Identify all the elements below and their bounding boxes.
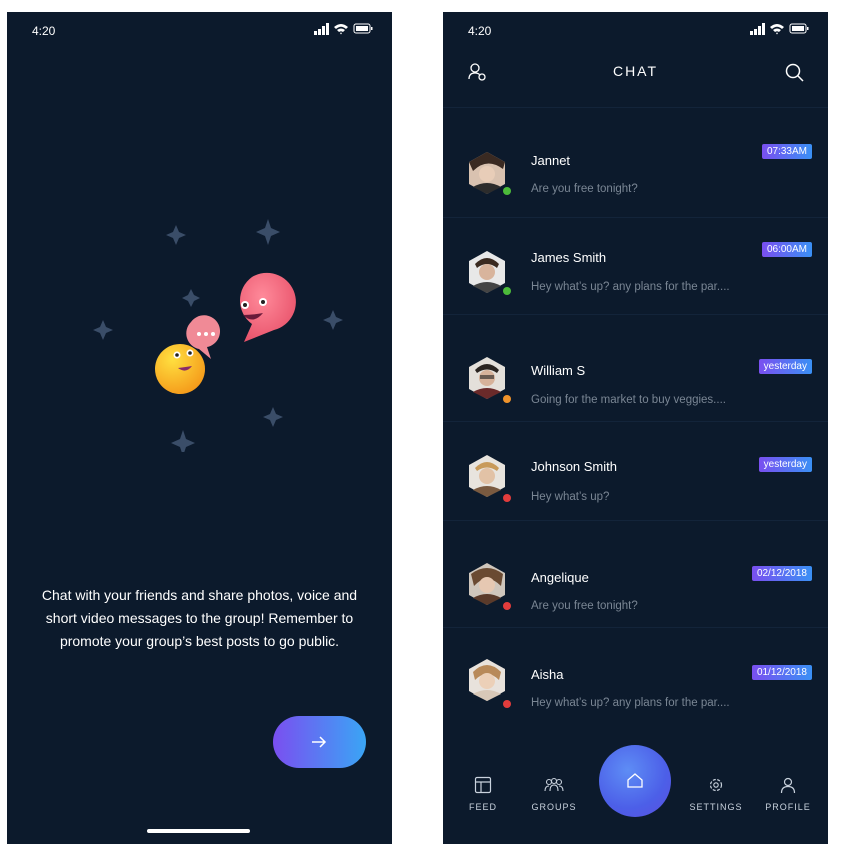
time-badge: 06:00AM xyxy=(761,242,812,257)
time-badge: 02/12/2018 xyxy=(751,566,812,581)
page-title: CHAT xyxy=(612,63,659,79)
online-status-dot xyxy=(503,287,511,295)
conversation-row[interactable]: Aisha Hey what’s up? any plans for the p… xyxy=(443,627,828,719)
arrow-right-icon xyxy=(312,736,327,748)
contact-name: Jannet xyxy=(531,153,571,168)
search-icon[interactable] xyxy=(784,62,806,84)
contact-name: Johnson Smith xyxy=(531,459,617,474)
conversation-row[interactable]: Jannet Are you free tonight? 07:33AM xyxy=(443,119,828,218)
time-badge: 01/12/2018 xyxy=(751,665,812,680)
bottom-navigation: FEED GROUPS SETTINGS PROFILE xyxy=(443,722,828,844)
next-button[interactable] xyxy=(273,716,366,768)
nav-profile[interactable]: PROFILE xyxy=(748,776,828,812)
conversation-row[interactable]: William S Going for the market to buy ve… xyxy=(443,314,828,422)
message-preview: Hey what’s up? any plans for the par.... xyxy=(531,281,730,293)
contact-name: William S xyxy=(531,363,586,378)
offline-status-dot xyxy=(503,494,511,502)
avatar xyxy=(469,563,505,605)
status-time: 4:20 xyxy=(32,24,56,38)
offline-status-dot xyxy=(503,602,511,610)
avatar xyxy=(469,357,505,399)
message-preview: Hey what’s up? any plans for the par.... xyxy=(531,697,730,709)
nav-label: GROUPS xyxy=(531,802,577,812)
groups-icon xyxy=(544,777,564,792)
avatar xyxy=(469,455,505,497)
home-indicator xyxy=(147,829,250,833)
feed-icon xyxy=(474,776,492,794)
nav-feed[interactable]: FEED xyxy=(443,776,523,812)
home-icon xyxy=(627,773,643,788)
time-badge: yesterday xyxy=(758,359,812,374)
offline-status-dot xyxy=(503,700,511,708)
message-preview: Are you free tonight? xyxy=(531,183,638,195)
nav-label: PROFILE xyxy=(765,802,811,812)
onboarding-message: Chat with your friends and share photos,… xyxy=(41,587,358,649)
nav-label: FEED xyxy=(468,802,497,812)
chat-bubbles-illustration xyxy=(93,219,343,452)
onboarding-screen: 4:20 Chat with your friends and share ph… xyxy=(7,12,392,844)
avatar xyxy=(469,659,505,701)
conversation-row[interactable]: James Smith Hey what’s up? any plans for… xyxy=(443,217,828,315)
status-bar-icons xyxy=(314,23,373,35)
chat-screen: 4:20 CHAT Jannet Are you free tonight? 0… xyxy=(443,12,828,844)
message-preview: Are you free tonight? xyxy=(531,600,638,612)
contact-name: Angelique xyxy=(531,570,589,585)
nav-groups[interactable]: GROUPS xyxy=(514,776,594,812)
nav-label: SETTINGS xyxy=(689,802,743,812)
avatar xyxy=(469,251,505,293)
online-status-dot xyxy=(503,187,511,195)
profile-icon xyxy=(780,777,796,794)
conversation-row[interactable]: Johnson Smith Hey what’s up? yesterday xyxy=(443,421,828,521)
settings-icon xyxy=(709,778,723,792)
nav-settings[interactable]: SETTINGS xyxy=(676,776,756,812)
time-badge: yesterday xyxy=(758,457,812,472)
chat-header: CHAT xyxy=(443,12,828,108)
message-preview: Hey what’s up? xyxy=(531,491,610,503)
contact-name: James Smith xyxy=(531,250,607,265)
home-button[interactable] xyxy=(599,745,671,817)
conversation-row[interactable]: Angelique Are you free tonight? 02/12/20… xyxy=(443,520,828,628)
message-preview: Going for the market to buy veggies.... xyxy=(531,394,726,406)
time-badge: 07:33AM xyxy=(761,144,812,159)
away-status-dot xyxy=(503,395,511,403)
contact-name: Aisha xyxy=(531,667,564,682)
